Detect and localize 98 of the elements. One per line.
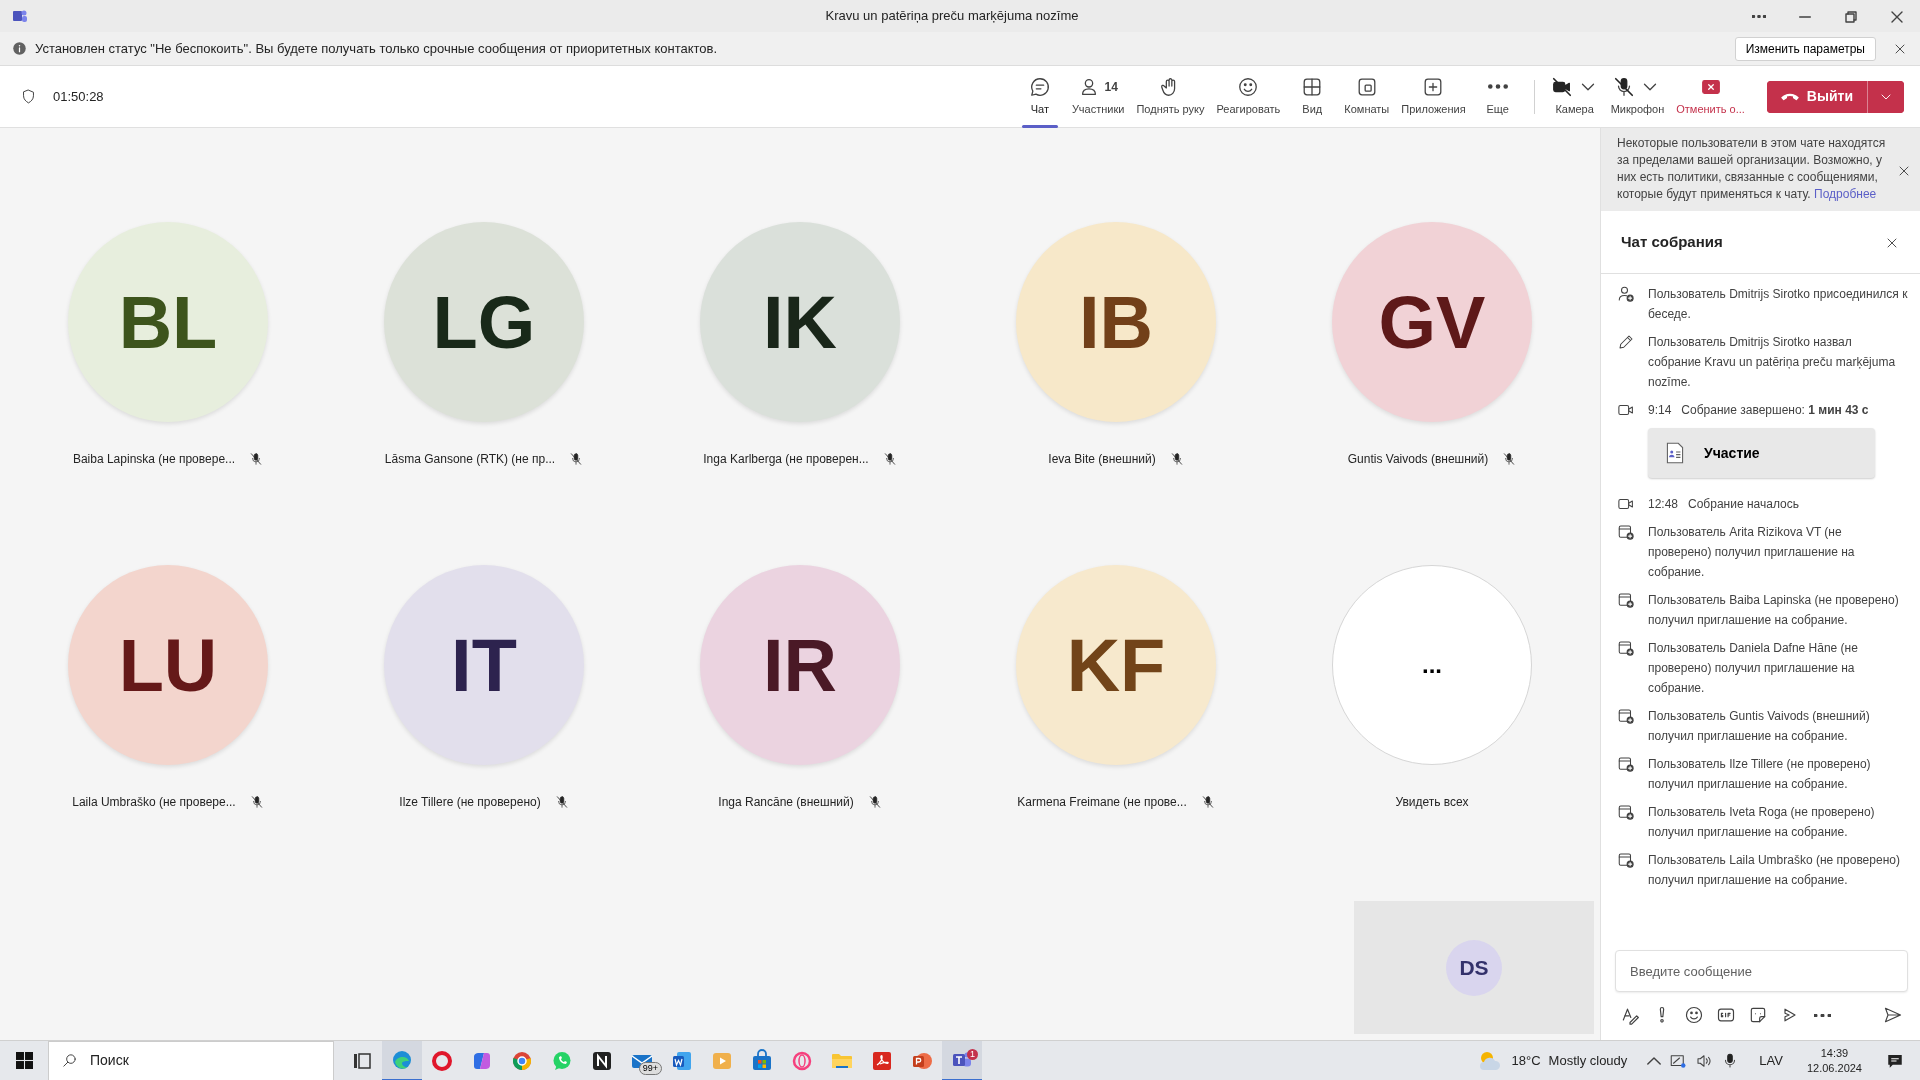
meeting-timer: 01:50:28 bbox=[53, 87, 105, 106]
restore-icon bbox=[1845, 10, 1857, 23]
taskbar-app[interactable]: 1 bbox=[942, 1040, 982, 1080]
event-time: 9:14 bbox=[1648, 402, 1672, 419]
participant-name: Ieva Bite (внешний) bbox=[1048, 451, 1156, 468]
event-text: Пользователь Arita Rizikova VT (не проверено) получил приглашение на собрание. bbox=[1648, 524, 1856, 581]
participant-name: Karmena Freimane (не прове... bbox=[1017, 794, 1187, 811]
chevron-up-icon bbox=[1647, 1057, 1662, 1066]
chat-icon bbox=[1028, 75, 1051, 98]
stop-sharing-button[interactable]: Отменить о... bbox=[1670, 65, 1751, 128]
pencil-icon bbox=[1617, 333, 1635, 351]
toolbar-button[interactable]: Поднять руку bbox=[1130, 65, 1211, 128]
toolbar-button[interactable]: Вид bbox=[1286, 65, 1339, 128]
avatar: LU bbox=[68, 565, 268, 765]
search-icon bbox=[61, 1052, 78, 1069]
participant-name: Inga Karlberga (не проверен... bbox=[703, 451, 869, 468]
participant-count: 14 bbox=[1104, 78, 1118, 96]
event-text: Пользователь Iveta Roga (не проверено) получил приглашение на собрание. bbox=[1648, 804, 1876, 841]
learn-more-link[interactable]: Подробнее bbox=[1814, 187, 1877, 201]
toolbar-button[interactable]: Еще bbox=[1471, 65, 1524, 128]
calendar-add-icon bbox=[1617, 591, 1635, 609]
toolbar-button[interactable]: 14 Участники bbox=[1065, 65, 1131, 128]
participant-name: Ilze Tillere (не проверено) bbox=[399, 794, 541, 811]
notification-count: 1 bbox=[967, 1048, 978, 1060]
search-box[interactable]: Поиск bbox=[48, 1040, 334, 1080]
avatar: IR bbox=[700, 565, 900, 765]
calendar-add-icon bbox=[1617, 639, 1635, 657]
more-icon bbox=[1487, 83, 1508, 89]
avatar: BL bbox=[68, 222, 268, 422]
clock-time: 14:39 bbox=[1820, 1045, 1849, 1061]
event-text: Пользователь Laila Umbraško (не проверено) получил приглашение на собрание. bbox=[1648, 852, 1901, 889]
language-indicator: LAV bbox=[1759, 1051, 1783, 1070]
event-text: Пользователь Baiba Lapinska (не проверено) получил приглашение на собрание. bbox=[1648, 592, 1900, 629]
event-text: Пользователь Ilze Tillere (не проверено) получил приглашение на собрание. bbox=[1648, 756, 1872, 793]
store-icon bbox=[750, 1048, 774, 1073]
participant-name: Laila Umbraško (не провере... bbox=[72, 794, 236, 811]
clock-date: 12.06.2024 bbox=[1806, 1060, 1862, 1076]
message-field[interactable]: Введите сообщение bbox=[1615, 950, 1908, 992]
notice-text: Установлен статус "Не беспокоить". Вы будете получать только срочные сообщения от приоритетных контактов. bbox=[35, 39, 719, 58]
taskbar-app[interactable]: 99+ bbox=[622, 1040, 662, 1080]
event-text: Пользователь Dmitrijs Sirotko присоединился к беседе. bbox=[1648, 286, 1908, 323]
event-text: Пользователь Daniela Dafne Hāne (не проверено) получил приглашение на собрание. bbox=[1648, 640, 1859, 697]
event-text: Пользователь Guntis Vaivods (внешний) получил приглашение на собрание. bbox=[1648, 708, 1871, 745]
camera-off-icon bbox=[1550, 75, 1573, 98]
smiley-icon bbox=[1684, 1005, 1704, 1025]
app-icon bbox=[12, 8, 28, 24]
microphone-button[interactable]: Микрофон bbox=[1604, 65, 1671, 128]
participant-name: Baiba Lapinska (не провере... bbox=[72, 451, 236, 468]
calendar-add-icon bbox=[1617, 707, 1635, 725]
ring-icon bbox=[430, 1048, 454, 1073]
avatar: IB bbox=[1016, 222, 1216, 422]
calendar-add-icon bbox=[1617, 851, 1635, 869]
person-add-icon bbox=[1617, 285, 1635, 303]
change-settings-button[interactable]: Изменить параметры bbox=[1734, 36, 1876, 61]
calendar-add-icon bbox=[1617, 523, 1635, 541]
close-icon bbox=[1891, 10, 1903, 23]
avatar: GV bbox=[1332, 222, 1532, 422]
camera-button[interactable]: Камера bbox=[1544, 65, 1605, 128]
calendar-add-icon bbox=[1617, 755, 1635, 773]
toolbar-button[interactable]: Комнаты bbox=[1338, 65, 1396, 128]
toolbar-button[interactable]: Чат bbox=[1013, 65, 1066, 128]
more-icon bbox=[1813, 1013, 1831, 1017]
chat-title: Чат собрания bbox=[1621, 231, 1723, 252]
participant-name: Guntis Vaivods (внешний) bbox=[1347, 451, 1489, 468]
minimize-icon bbox=[1799, 15, 1811, 18]
event-time: 12:48 bbox=[1648, 496, 1679, 513]
event-text: Пользователь Dmitrijs Sirotko назвал собрание Kravu un patēriņa preču marķējuma nozīme. bbox=[1648, 334, 1897, 391]
avatar: KF bbox=[1016, 565, 1216, 765]
windows-icon bbox=[15, 1052, 33, 1069]
sticker-icon bbox=[1748, 1005, 1768, 1025]
microphone-off-icon bbox=[1613, 75, 1636, 98]
attendance-card[interactable]: Участие bbox=[1648, 428, 1875, 478]
participant-name: Inga Rancāne (внешний) bbox=[718, 794, 854, 811]
avatar: IT bbox=[384, 565, 584, 765]
phone-icon bbox=[1780, 92, 1799, 101]
send-icon bbox=[1883, 1005, 1903, 1025]
pen-icon bbox=[1620, 1005, 1640, 1025]
network-icon bbox=[1669, 1052, 1688, 1071]
see-all-button[interactable]: ... bbox=[1332, 565, 1532, 765]
smiley-icon bbox=[1237, 75, 1260, 98]
banner-text: Некоторые пользователи в этом чате находятся за пределами вашей организации. Возможно, у них есть политики, связанные с сообщениями, которые будут применяться к чату. Подробнее bbox=[1617, 136, 1886, 201]
search-field[interactable]: Поиск bbox=[88, 1049, 288, 1072]
avatar: DS bbox=[1446, 939, 1502, 996]
info-icon bbox=[12, 41, 27, 56]
window-title: Kravu un patēriņa preču marķējuma nozīme bbox=[824, 7, 1080, 26]
event-text: Собрание началось bbox=[1688, 496, 1799, 513]
weather-text: Mostly cloudy bbox=[1548, 1051, 1628, 1070]
shield-icon bbox=[20, 88, 37, 105]
calendar-add-icon bbox=[1617, 803, 1635, 821]
event-text: Собрание завершено: 1 мин 43 с bbox=[1681, 402, 1869, 419]
avatar: IK bbox=[700, 222, 900, 422]
toolbar-button[interactable]: Приложения bbox=[1395, 65, 1472, 128]
more-icon bbox=[1752, 15, 1766, 19]
avatar: LG bbox=[384, 222, 584, 422]
participant-name: Lāsma Gansone (RTK) (не пр... bbox=[384, 451, 556, 468]
toolbar-button[interactable]: Реагировать bbox=[1210, 65, 1287, 128]
temperature: 18°C bbox=[1511, 1051, 1541, 1070]
see-all-label: Увидеть всех bbox=[1395, 794, 1469, 811]
